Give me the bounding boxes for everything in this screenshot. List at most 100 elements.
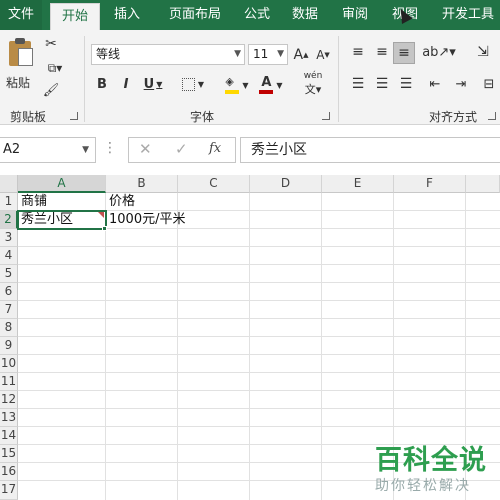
font-launcher-icon[interactable] — [322, 112, 330, 120]
fill-color-button[interactable]: ◈ ▼ — [222, 74, 252, 96]
clipboard-launcher-icon[interactable] — [70, 112, 78, 120]
cancel-icon[interactable]: ✕ — [139, 140, 152, 158]
name-box[interactable]: A2 ▼ — [0, 137, 96, 163]
phonetic-icon: 文▾ — [304, 83, 322, 96]
font-name-combo[interactable]: 等线 ▼ — [91, 44, 245, 65]
format-painter-icon[interactable]: 🖌 — [42, 82, 60, 98]
orientation-icon[interactable]: ab↗▾ — [422, 42, 456, 62]
row-header[interactable]: 17 — [0, 481, 18, 500]
phonetic-label: wén — [303, 71, 323, 81]
gridline — [321, 193, 322, 500]
formula-bar: A2 ▼ ⋮ ✕ ✓ fx 秀兰小区 — [0, 136, 500, 164]
alignment-launcher-icon[interactable] — [488, 112, 496, 120]
enter-icon[interactable]: ✓ — [175, 140, 188, 158]
paste-label: 粘贴 — [6, 76, 31, 90]
group-separator — [338, 36, 339, 122]
ribbon: 粘贴 ✂ ⧉▾ 🖌 剪贴板 等线 ▼ 11 ▼ A ▲ A ▼ B I U ▼ ▼ ◈… — [0, 30, 500, 125]
chevron-down-icon: ▼ — [234, 49, 241, 59]
align-top-icon[interactable]: ≡ — [348, 42, 368, 62]
row-header[interactable]: 14 — [0, 427, 18, 445]
font-size-combo[interactable]: 11 ▼ — [248, 44, 288, 65]
borders-button[interactable]: ▼ — [178, 74, 208, 94]
clipboard-group-label: 剪贴板 — [9, 110, 46, 124]
cut-icon[interactable]: ✂ — [42, 36, 60, 52]
tab-formulas[interactable]: 公式 — [236, 0, 278, 30]
row-header[interactable]: 16 — [0, 463, 18, 481]
active-cell-border — [17, 210, 107, 230]
cell-a1[interactable]: 商铺 — [18, 193, 106, 211]
watermark-title: 百科全说 — [375, 445, 487, 476]
column-header-f[interactable]: F — [394, 175, 466, 193]
column-header-e[interactable]: E — [322, 175, 394, 193]
column-header-c[interactable]: C — [178, 175, 250, 193]
name-box-value: A2 — [3, 142, 21, 157]
fill-bucket-icon: ◈ — [225, 76, 240, 94]
row-header[interactable]: 6 — [0, 283, 18, 301]
copy-icon[interactable]: ⧉▾ — [42, 60, 68, 76]
bold-button[interactable]: B — [94, 74, 110, 94]
chevron-down-icon: ▼ — [277, 49, 284, 59]
gridline — [249, 193, 250, 500]
row-header[interactable]: 12 — [0, 391, 18, 409]
tab-file[interactable]: 文件 — [0, 0, 42, 30]
font-size-value: 11 — [253, 47, 269, 61]
cell-b1[interactable]: 价格 — [106, 193, 178, 211]
phonetic-guide-button[interactable]: wén 文▾ — [298, 71, 328, 96]
error-indicator-icon[interactable] — [98, 212, 104, 218]
alignment-group-label: 对齐方式 — [428, 110, 477, 124]
cell-b2[interactable]: 1000元/平米 — [106, 211, 250, 229]
tab-review[interactable]: 审阅 — [334, 0, 376, 30]
shrink-font-button[interactable]: A ▼ — [314, 44, 332, 65]
row-header[interactable]: 2 — [0, 211, 18, 229]
formula-input[interactable]: 秀兰小区 — [240, 137, 500, 163]
row-header[interactable]: 9 — [0, 337, 18, 355]
row-header[interactable]: 10 — [0, 355, 18, 373]
align-center-icon[interactable]: ☰ — [372, 74, 392, 94]
tab-home[interactable]: 开始 — [50, 3, 100, 30]
tab-insert[interactable]: 插入 — [106, 0, 148, 30]
ribbon-tab-bar: 文件 开始 插入 页面布局 公式 数据 审阅 视图 开发工具 — [0, 0, 500, 30]
tab-data[interactable]: 数据 — [284, 0, 326, 30]
underline-button[interactable]: U ▼ — [140, 74, 166, 94]
font-group-label: 字体 — [189, 110, 214, 124]
more-icon: ⋮ — [103, 140, 117, 156]
paste-icon — [9, 38, 33, 66]
row-header[interactable]: 5 — [0, 265, 18, 283]
decrease-indent-icon[interactable]: ⇤ — [424, 74, 446, 94]
column-header-b[interactable]: B — [106, 175, 178, 193]
chevron-down-icon: ▼ — [82, 145, 89, 155]
font-color-button[interactable]: A ▼ — [256, 74, 286, 96]
row-header[interactable]: 11 — [0, 373, 18, 391]
gridline — [105, 193, 106, 500]
group-separator — [84, 36, 85, 122]
row-header[interactable]: 4 — [0, 247, 18, 265]
row-header[interactable]: 15 — [0, 445, 18, 463]
column-header-a[interactable]: A — [18, 175, 106, 193]
row-header[interactable]: 8 — [0, 319, 18, 337]
gridline — [177, 193, 178, 500]
watermark-logo: 百科全说 助你轻松解决 — [375, 438, 487, 495]
column-header-d[interactable]: D — [250, 175, 322, 193]
row-header[interactable]: 3 — [0, 229, 18, 247]
font-name-value: 等线 — [96, 47, 121, 61]
select-all-corner[interactable] — [0, 175, 18, 193]
column-header-g[interactable] — [466, 175, 500, 193]
fill-handle[interactable] — [102, 226, 107, 231]
paste-button[interactable]: 粘贴 — [4, 34, 38, 92]
increase-indent-icon[interactable]: ⇥ — [450, 74, 472, 94]
borders-icon — [181, 77, 195, 91]
tab-developer[interactable]: 开发工具 — [436, 0, 500, 30]
row-header[interactable]: 7 — [0, 301, 18, 319]
align-middle-icon[interactable]: ≡ — [372, 42, 392, 62]
merge-center-icon[interactable]: ⊟ — [478, 74, 500, 94]
italic-button[interactable]: I — [118, 74, 134, 94]
tab-page-layout[interactable]: 页面布局 — [158, 0, 232, 30]
align-right-icon[interactable]: ☰ — [396, 74, 416, 94]
row-header[interactable]: 1 — [0, 193, 18, 211]
align-bottom-icon[interactable]: ≡ — [393, 42, 415, 64]
grow-font-button[interactable]: A ▲ — [292, 44, 310, 65]
insert-function-button[interactable]: fx — [209, 141, 221, 156]
row-header[interactable]: 13 — [0, 409, 18, 427]
align-left-icon[interactable]: ☰ — [348, 74, 368, 94]
wrap-text-icon[interactable]: ⇲ — [472, 42, 494, 62]
